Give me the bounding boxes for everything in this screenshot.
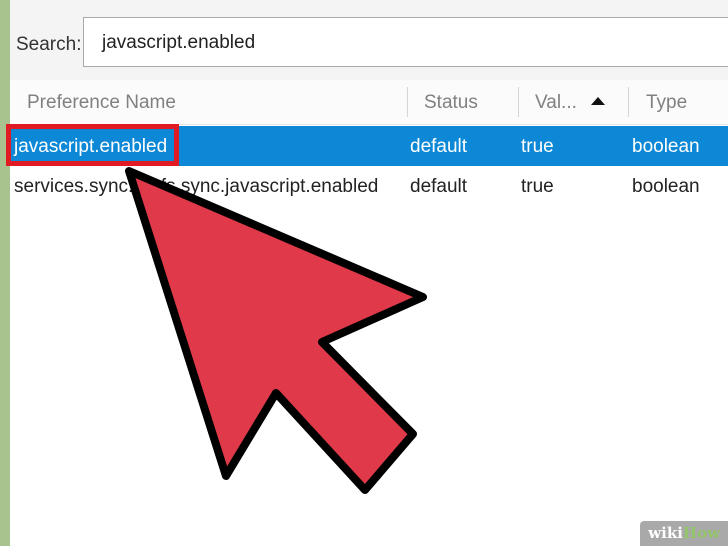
pointer-arrow-icon <box>125 167 427 494</box>
watermark-logo: wikiHow <box>640 521 728 546</box>
watermark-prefix: wiki <box>648 524 683 542</box>
watermark-suffix: How <box>682 524 720 542</box>
